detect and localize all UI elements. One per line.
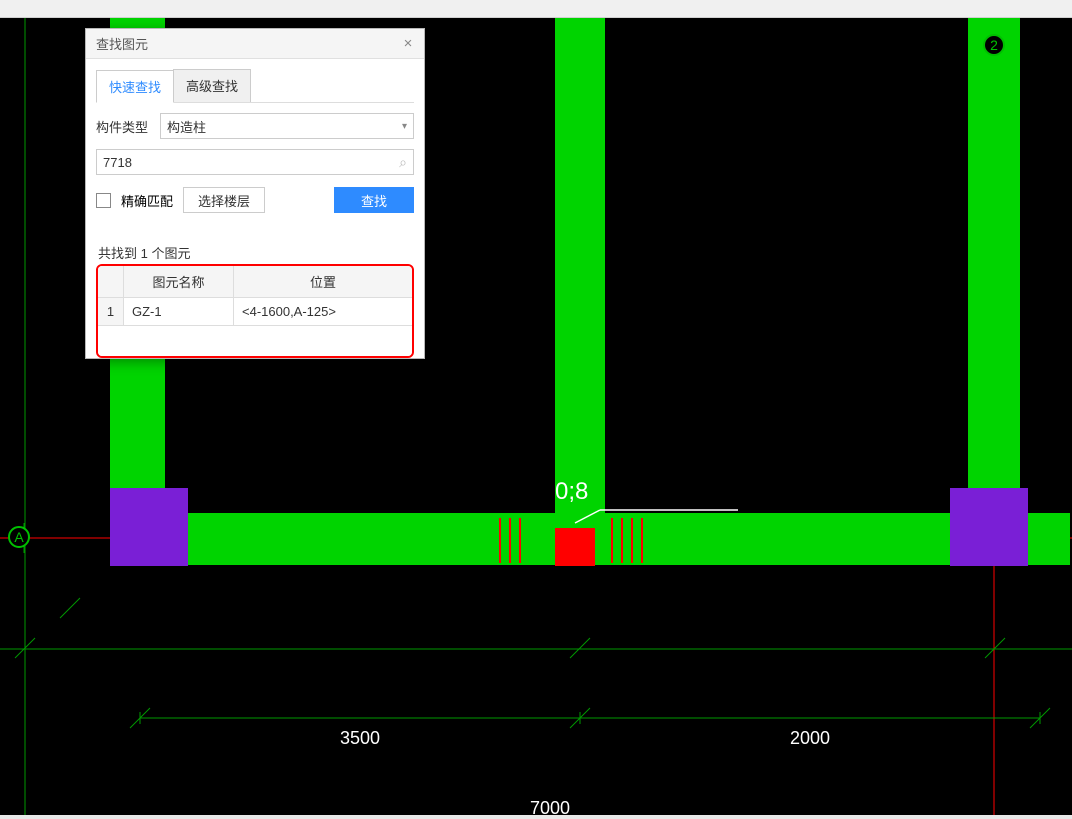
- row-name: GZ-1: [124, 298, 234, 326]
- header-position: 位置: [234, 266, 412, 298]
- tab-advanced-search[interactable]: 高级查找: [173, 69, 251, 102]
- axis-label: A: [14, 529, 23, 545]
- axis-marker-2: 2: [983, 34, 1005, 56]
- type-label: 构件类型: [96, 117, 154, 136]
- find-button[interactable]: 查找: [334, 187, 414, 213]
- axis-marker-a: A: [8, 526, 30, 548]
- tab-quick-search[interactable]: 快速查找: [96, 70, 174, 103]
- results-table: 图元名称 位置 1 GZ-1 <4-1600,A-125>: [96, 264, 414, 358]
- search-icon[interactable]: ⌕: [399, 154, 407, 171]
- table-empty-row: [98, 326, 412, 356]
- dimension-7000: 7000: [530, 798, 570, 819]
- chevron-down-icon: ▾: [402, 121, 407, 132]
- table-header-row: 图元名称 位置: [98, 266, 412, 298]
- row-index: 1: [98, 298, 124, 326]
- select-value: 构造柱: [167, 117, 206, 136]
- cursor-coordinate: 0;8: [555, 478, 588, 506]
- close-icon[interactable]: ×: [398, 34, 418, 54]
- exact-match-label: 精确匹配: [121, 191, 173, 210]
- exact-match-checkbox[interactable]: [96, 193, 111, 208]
- results-summary: 共找到 1 个图元: [96, 243, 414, 262]
- dialog-title: 查找图元: [96, 34, 148, 53]
- search-input[interactable]: [103, 155, 399, 170]
- header-name: 图元名称: [124, 266, 234, 298]
- top-toolbar: [0, 0, 1072, 18]
- header-index: [98, 266, 124, 298]
- dialog-titlebar[interactable]: 查找图元 ×: [86, 29, 424, 59]
- dimension-2000: 2000: [790, 728, 830, 749]
- row-position: <4-1600,A-125>: [234, 298, 412, 326]
- axis-label: 2: [990, 37, 998, 53]
- search-input-wrap: ⌕: [96, 149, 414, 175]
- select-floor-button[interactable]: 选择楼层: [183, 187, 265, 213]
- dimension-3500: 3500: [340, 728, 380, 749]
- component-type-select[interactable]: 构造柱 ▾: [160, 113, 414, 139]
- search-tabs: 快速查找 高级查找: [96, 69, 414, 103]
- table-row[interactable]: 1 GZ-1 <4-1600,A-125>: [98, 298, 412, 326]
- find-element-dialog: 查找图元 × 快速查找 高级查找 构件类型 构造柱 ▾ ⌕ 精确匹配 选择楼层 …: [85, 28, 425, 359]
